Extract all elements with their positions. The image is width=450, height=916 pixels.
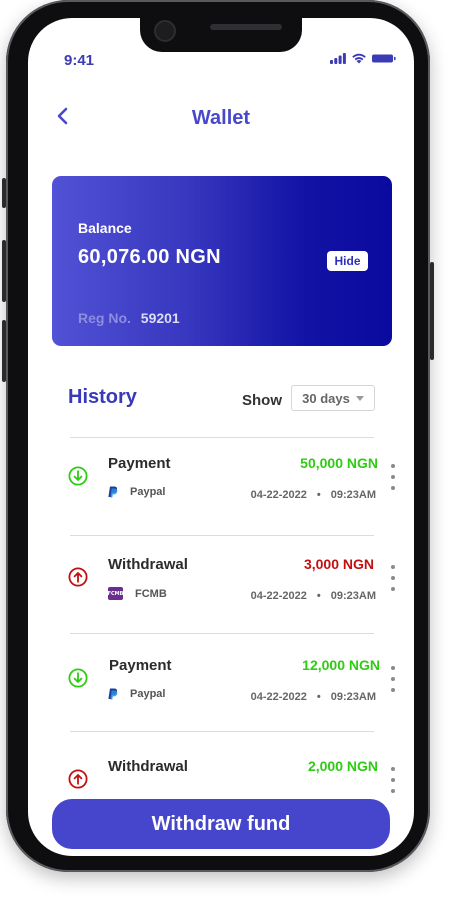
volume-up-button xyxy=(2,240,6,302)
paypal-icon xyxy=(108,486,118,498)
transaction-date: 04-22-2022 xyxy=(250,590,307,602)
arrow-up-circle-icon xyxy=(68,567,88,587)
transaction-date: 04-22-2022 xyxy=(250,691,307,703)
chevron-down-icon xyxy=(355,395,364,401)
transaction-time: 09:23AM xyxy=(330,590,376,602)
more-options-icon[interactable] xyxy=(390,767,396,793)
transaction-amount: 2,000 NGN xyxy=(307,758,378,774)
reg-label: Reg No. xyxy=(78,310,131,326)
transaction-time: 09:23AM xyxy=(330,489,376,501)
app-screen: 9:41 Wallet Balance 60,076.00 NGN Hide R… xyxy=(28,18,414,856)
paypal-icon xyxy=(108,688,118,700)
reg-number: Reg No. 59201 xyxy=(78,310,180,326)
transaction-datetime: 04-22-2022 • 09:23AM xyxy=(251,691,376,703)
withdraw-fund-button[interactable]: Withdraw fund xyxy=(52,799,390,849)
transaction-item[interactable]: Payment 12,000 NGN Paypal 04-22-2022 • 0… xyxy=(28,638,414,738)
balance-label: Balance xyxy=(78,220,132,236)
range-select[interactable]: 30 days xyxy=(291,385,375,411)
datetime-separator: • xyxy=(316,489,321,501)
reg-value: 59201 xyxy=(140,310,180,326)
transaction-type: Withdrawal xyxy=(108,556,188,573)
transaction-item[interactable]: Payment 50,000 NGN Paypal 04-22-2022 • 0… xyxy=(28,436,414,536)
more-options-icon[interactable] xyxy=(390,464,396,490)
status-icons xyxy=(330,52,396,64)
divider xyxy=(70,731,374,732)
payment-method: Paypal xyxy=(108,486,165,498)
more-options-icon[interactable] xyxy=(390,666,396,692)
earpiece-speaker xyxy=(210,24,282,30)
transaction-amount: 3,000 NGN xyxy=(303,556,374,572)
range-selected: 30 days xyxy=(302,390,350,406)
divider xyxy=(70,633,374,634)
payment-method: FCMB FCMB xyxy=(108,587,167,600)
transaction-type: Payment xyxy=(108,455,171,472)
mute-switch xyxy=(2,178,6,208)
signal-icon xyxy=(330,52,346,64)
hide-balance-button[interactable]: Hide xyxy=(327,251,368,271)
show-label: Show xyxy=(242,392,282,409)
history-title: History xyxy=(68,386,137,408)
transaction-date: 04-22-2022 xyxy=(250,489,307,501)
volume-down-button xyxy=(2,320,6,382)
more-options-icon[interactable] xyxy=(390,565,396,591)
transaction-type: Payment xyxy=(109,657,172,674)
datetime-separator: • xyxy=(316,691,321,703)
wifi-icon xyxy=(352,53,366,64)
status-time: 9:41 xyxy=(64,52,95,69)
balance-card: Balance 60,076.00 NGN Hide Reg No. 59201 xyxy=(52,176,392,346)
payment-method-label: Paypal xyxy=(130,486,166,498)
payment-method-label: FCMB xyxy=(135,587,167,600)
arrow-down-circle-icon xyxy=(68,668,88,688)
transaction-datetime: 04-22-2022 • 09:23AM xyxy=(251,489,376,501)
transaction-datetime: 04-22-2022 • 09:23AM xyxy=(251,590,376,602)
transaction-amount: 12,000 NGN xyxy=(302,657,380,673)
power-button xyxy=(430,262,434,360)
arrow-down-circle-icon xyxy=(68,466,88,486)
transaction-time: 09:23AM xyxy=(330,691,376,703)
datetime-separator: • xyxy=(316,590,321,602)
battery-icon xyxy=(372,54,396,62)
balance-value: 60,076.00 NGN xyxy=(78,246,221,268)
front-camera xyxy=(154,20,176,42)
arrow-up-circle-icon xyxy=(68,769,88,789)
page-title: Wallet xyxy=(191,107,251,129)
payment-method-label: Paypal xyxy=(130,688,166,700)
transaction-item[interactable]: Withdrawal 3,000 NGN FCMB FCMB 04-22-202… xyxy=(28,537,414,637)
fcmb-logo: FCMB xyxy=(108,587,123,600)
fcmb-logo-text: FCMB xyxy=(107,590,124,597)
phone-frame: 9:41 Wallet Balance 60,076.00 NGN Hide R… xyxy=(2,0,434,872)
payment-method: Paypal xyxy=(108,688,165,700)
transaction-amount: 50,000 NGN xyxy=(300,455,378,471)
divider xyxy=(70,535,374,536)
transaction-type: Withdrawal xyxy=(108,758,188,775)
